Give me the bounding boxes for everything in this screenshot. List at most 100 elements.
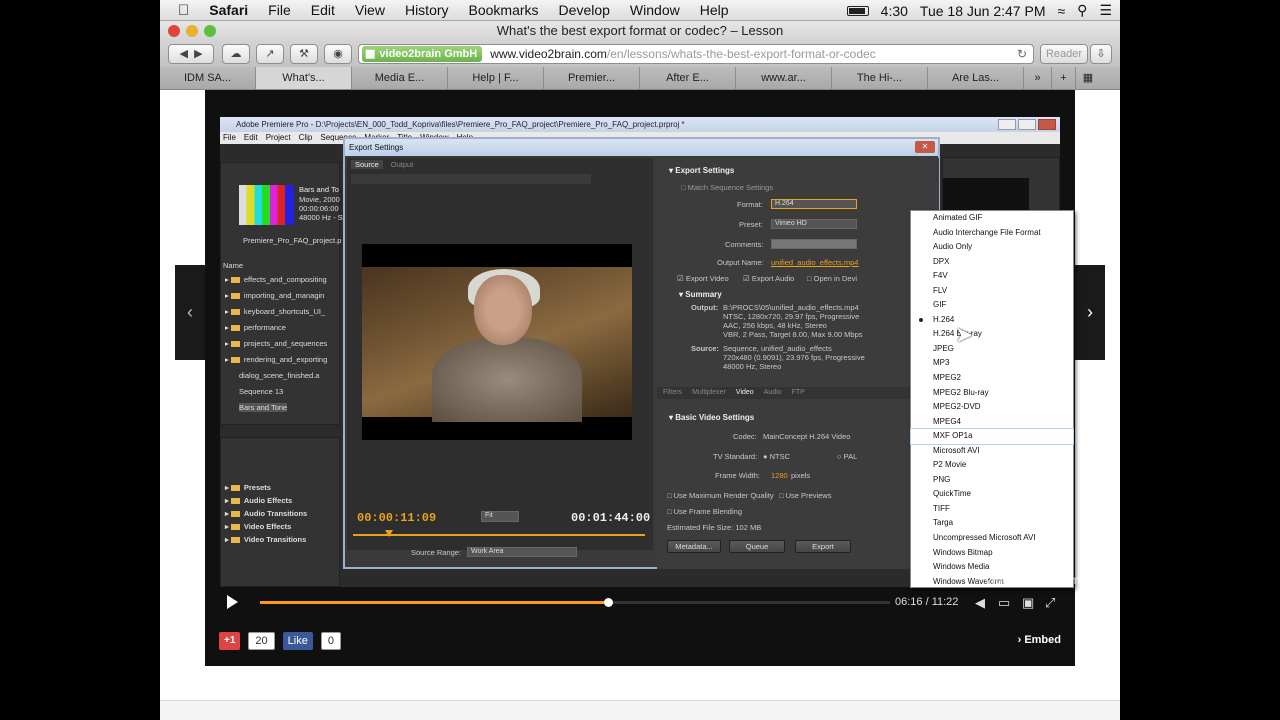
- format-option: TIFF: [933, 503, 950, 513]
- output-name-label: Output Name:: [717, 258, 764, 267]
- current-timecode: 00:00:11:09: [357, 511, 437, 525]
- menu-file[interactable]: File: [258, 2, 301, 18]
- battery-icon[interactable]: [846, 5, 869, 16]
- playback-time: 06:16 / 11:22: [895, 596, 959, 608]
- bin-row: Sequence 13: [239, 387, 284, 396]
- tv-standard-label: TV Standard:: [713, 452, 758, 461]
- more-tabs-chevron-icon[interactable]: »: [1024, 67, 1052, 89]
- reload-icon[interactable]: ↻: [1017, 45, 1027, 63]
- export-button: Export: [795, 540, 851, 553]
- browser-toolbar: ◀ ▶ ☁ ↗ ⚒ ◉ ▩ video2brain GmbH www.video…: [160, 41, 1120, 67]
- work-area-bar: [353, 534, 645, 536]
- spotlight-search-icon[interactable]: ⚲: [1077, 2, 1087, 19]
- estimated-file-size: Estimated File Size: 102 MB: [667, 523, 762, 532]
- tab-idm[interactable]: IDM SA...: [160, 67, 256, 89]
- export-settings-header: ▾ Export Settings: [669, 166, 735, 175]
- new-tab-plus-icon[interactable]: +: [1052, 67, 1076, 89]
- name-column-header: Name: [223, 261, 244, 270]
- notification-center-icon[interactable]: ☰: [1099, 2, 1112, 19]
- menu-edit[interactable]: Edit: [301, 2, 345, 18]
- preview-face-shape: [474, 275, 532, 345]
- project-panel: Bars and To Movie, 2000 00:00:06:00 4800…: [220, 162, 343, 425]
- close-window-button[interactable]: [168, 25, 180, 37]
- tab-help[interactable]: Help | F...: [448, 67, 544, 89]
- download-icon: ⇩: [1096, 48, 1106, 60]
- project-file-name: Premiere_Pro_FAQ_project.p: [243, 236, 342, 245]
- clip-name: Bars and To: [299, 185, 339, 194]
- codec-label: Codec:: [733, 432, 757, 441]
- google-plus-button[interactable]: +1: [219, 632, 241, 650]
- tools-button[interactable]: ⚒: [290, 44, 318, 64]
- format-label: Format:: [737, 200, 763, 209]
- menu-window[interactable]: Window: [620, 2, 690, 18]
- folder-icon: [230, 293, 240, 300]
- play-icon[interactable]: [227, 595, 238, 609]
- apple-menu-icon[interactable]: : [160, 2, 199, 19]
- queue-button: Queue: [729, 540, 785, 553]
- menu-app-name[interactable]: Safari: [199, 2, 258, 18]
- screen:  Safari File Edit View History Bookmark…: [160, 0, 1120, 720]
- menu-develop[interactable]: Develop: [549, 2, 620, 18]
- menu-bookmarks[interactable]: Bookmarks: [459, 2, 549, 18]
- menu-view[interactable]: View: [345, 2, 395, 18]
- tab-www-ar[interactable]: www.ar...: [736, 67, 832, 89]
- seek-handle[interactable]: [603, 598, 613, 607]
- bin-row: ▸ projects_and_sequences: [225, 339, 328, 348]
- bin-row: ▸ importing_and_managin: [225, 291, 325, 300]
- tab-the-hi[interactable]: The Hi-...: [832, 67, 928, 89]
- export-preview-frame: [362, 244, 632, 440]
- summary-output-line: B:\PROCS\05\unified_audio_effects.mp4: [723, 303, 859, 312]
- download-button[interactable]: ⇩: [1090, 44, 1112, 64]
- frame-width-value: 1280: [771, 471, 788, 480]
- pp-menu-clip: Clip: [298, 133, 313, 142]
- web-page: ‹ › Adobe Premiere Pro - D:\Projects\EN_…: [160, 90, 1120, 720]
- address-bar[interactable]: ▩ video2brain GmbH www.video2brain.com/e…: [358, 44, 1034, 64]
- reader-button[interactable]: Reader: [1040, 44, 1088, 64]
- tab-are-las[interactable]: Are Las...: [928, 67, 1024, 89]
- premiere-title-bar: Adobe Premiere Pro - D:\Projects\EN_000_…: [220, 117, 1060, 132]
- embed-link[interactable]: › Embed: [1018, 634, 1061, 646]
- menu-help[interactable]: Help: [690, 2, 739, 18]
- facebook-like-button[interactable]: Like: [282, 632, 313, 650]
- tab-premier[interactable]: Premier...: [544, 67, 640, 89]
- fullscreen-icon[interactable]: ⤢: [1045, 595, 1055, 611]
- format-option: MPEG2: [933, 373, 962, 383]
- effects-row: ▸ Video Effects: [225, 522, 292, 531]
- frame-width-label: Frame Width:: [715, 471, 761, 480]
- tv-pal-radio: ○ PAL: [837, 452, 858, 461]
- theater-mode-icon[interactable]: ▭: [998, 595, 1010, 611]
- volume-icon[interactable]: ◀: [975, 595, 985, 611]
- zoom-window-button[interactable]: [204, 25, 216, 37]
- video-player[interactable]: ‹ › Adobe Premiere Pro - D:\Projects\EN_…: [175, 90, 1105, 666]
- icloud-tabs-button[interactable]: ☁: [222, 44, 250, 64]
- minimize-window-button[interactable]: [186, 25, 198, 37]
- previous-lesson-arrow-icon[interactable]: ‹: [175, 265, 205, 360]
- menubar-clock[interactable]: Tue 18 Jun 2:47 PM: [920, 3, 1046, 19]
- google-plus-count: 20: [248, 632, 275, 650]
- format-option: DPX: [933, 256, 950, 266]
- wifi-icon[interactable]: ≈: [1057, 3, 1065, 19]
- extension-button[interactable]: ◉: [324, 44, 352, 64]
- forward-arrow-icon[interactable]: ▶: [194, 48, 202, 60]
- comments-label: Comments:: [725, 240, 764, 249]
- tab-media-e[interactable]: Media E...: [352, 67, 448, 89]
- seek-bar[interactable]: [260, 598, 890, 607]
- facebook-like-count: 0: [320, 632, 341, 650]
- menu-history[interactable]: History: [395, 2, 459, 18]
- ev-certificate-badge[interactable]: ▩ video2brain GmbH: [362, 46, 483, 62]
- tab-multiplexer: Multiplexer: [692, 389, 726, 396]
- popout-icon[interactable]: ▣: [1022, 595, 1034, 611]
- back-forward-buttons[interactable]: ◀ ▶: [168, 44, 214, 64]
- format-option: QuickTime: [933, 489, 971, 499]
- ghostery-icon: ◉: [333, 48, 343, 60]
- back-arrow-icon[interactable]: ◀: [179, 48, 187, 60]
- format-option: MPEG2 Blu-ray: [933, 387, 989, 397]
- tab-overview-icon[interactable]: ▦: [1076, 67, 1100, 89]
- next-lesson-arrow-icon[interactable]: ›: [1075, 265, 1105, 360]
- color-bars-thumbnail: [239, 185, 294, 225]
- share-button[interactable]: ↗: [256, 44, 284, 64]
- tab-after-e[interactable]: After E...: [640, 67, 736, 89]
- player-controls: 06:16 / 11:22 ◀ ▭ ▣ ⤢: [205, 590, 1075, 614]
- tab-whats-active[interactable]: What's...: [256, 67, 352, 89]
- battery-time: 4:30: [880, 2, 908, 19]
